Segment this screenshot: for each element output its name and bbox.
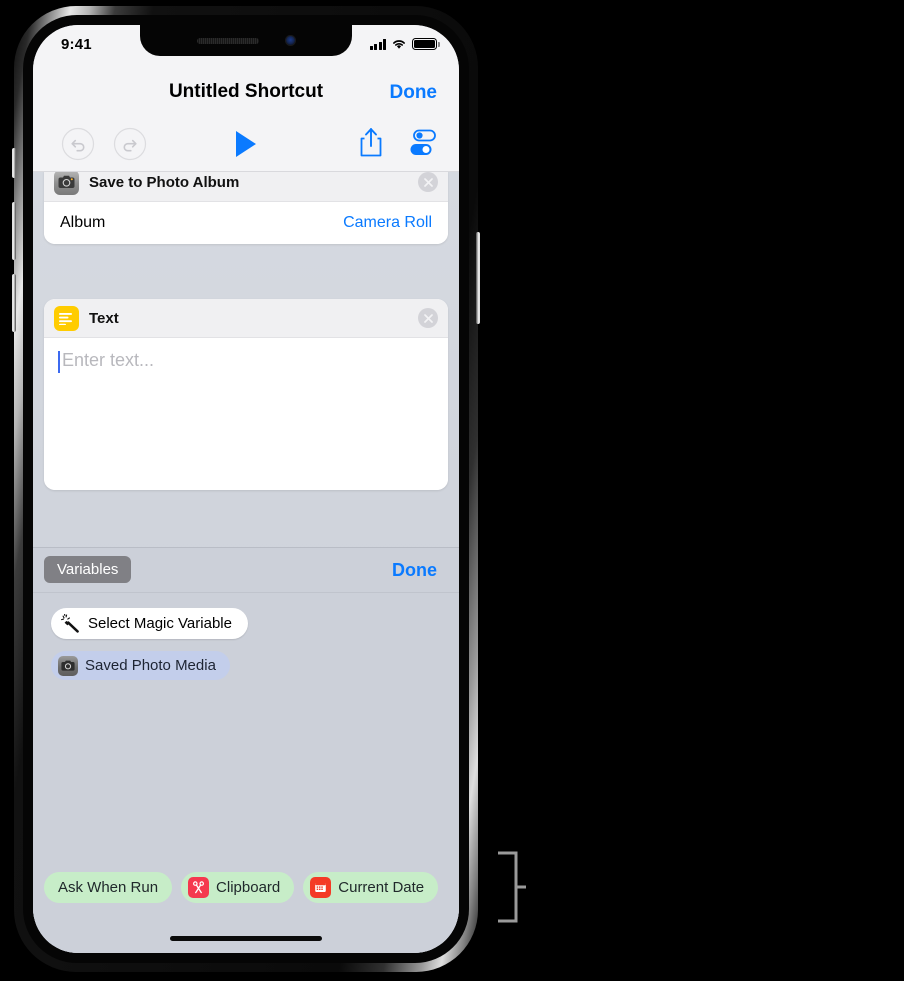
suggestion-pill-clipboard[interactable]: Clipboard	[181, 871, 295, 903]
select-magic-variable-button[interactable]: Select Magic Variable	[51, 608, 248, 639]
magic-variable-label: Select Magic Variable	[88, 615, 232, 632]
variable-label: Saved Photo Media	[85, 657, 216, 674]
suggestion-bar[interactable]: Ask When Run Clipboard Current Date	[33, 869, 459, 905]
status-time: 9:41	[61, 36, 92, 53]
suggestion-pill-ask-when-run[interactable]: Ask When Run	[44, 871, 173, 903]
text-lines-icon	[54, 305, 79, 331]
remove-action-button[interactable]	[418, 172, 438, 192]
home-indicator[interactable]	[170, 936, 322, 941]
action-card-save-to-photo-album[interactable]: Save to Photo Album Album Camera Roll	[44, 172, 448, 244]
action-title: Text	[89, 309, 119, 327]
variables-done-button[interactable]: Done	[392, 560, 437, 581]
editor-toolbar	[33, 119, 459, 172]
device-notch	[140, 25, 352, 56]
text-placeholder: Enter text...	[62, 350, 155, 370]
volume-down-button[interactable]	[12, 274, 16, 332]
play-button[interactable]	[233, 129, 259, 164]
power-button[interactable]	[476, 232, 480, 324]
settings-toggles-button[interactable]	[409, 129, 439, 162]
scissors-icon	[188, 876, 210, 898]
remove-action-button[interactable]	[418, 308, 438, 328]
redo-button[interactable]	[113, 127, 147, 166]
suggestion-label: Current Date	[338, 878, 425, 896]
suggestion-label: Clipboard	[216, 878, 281, 896]
silent-switch-button[interactable]	[12, 148, 16, 178]
action-card-header[interactable]: Text	[44, 299, 448, 338]
text-cursor	[58, 351, 60, 373]
camera-icon	[54, 172, 79, 195]
parameter-row-album[interactable]: Album Camera Roll	[44, 202, 448, 244]
front-camera-icon	[284, 35, 296, 46]
battery-icon	[412, 38, 440, 50]
phone-device-frame: 9:41 Untitled Shortcut Done Save to Phot…	[12, 6, 480, 972]
calendar-icon	[310, 876, 332, 898]
volume-up-button[interactable]	[12, 202, 16, 260]
share-button[interactable]	[358, 126, 384, 165]
suggestion-label: Ask When Run	[58, 878, 159, 896]
speaker-grille-icon	[196, 37, 259, 44]
magic-wand-icon	[61, 614, 79, 633]
variables-panel: Variables Done Select Magic Variable Sav…	[33, 547, 459, 953]
wifi-icon	[393, 40, 405, 49]
variable-pill-saved-photo-media[interactable]: Saved Photo Media	[51, 651, 230, 680]
parameter-value[interactable]: Camera Roll	[343, 214, 432, 232]
camera-icon	[58, 655, 78, 676]
undo-button[interactable]	[61, 127, 95, 166]
phone-screen: 9:41 Untitled Shortcut Done Save to Phot…	[33, 25, 459, 953]
navigation-bar: Untitled Shortcut Done	[33, 69, 459, 119]
parameter-label: Album	[60, 214, 106, 231]
status-indicators	[369, 38, 440, 50]
action-card-header[interactable]: Save to Photo Album	[44, 172, 448, 202]
action-title: Save to Photo Album	[89, 173, 240, 191]
text-input-area[interactable]: Enter text...	[44, 338, 448, 490]
done-button[interactable]: Done	[390, 82, 438, 104]
suggestion-pill-current-date[interactable]: Current Date	[303, 871, 439, 903]
signal-bars-icon	[369, 39, 386, 50]
action-card-text[interactable]: Text Enter text...	[44, 299, 448, 490]
shortcut-actions-list[interactable]: Save to Photo Album Album Camera Roll Te…	[33, 172, 459, 953]
callout-bracket	[498, 851, 526, 923]
tab-variables[interactable]: Variables	[44, 556, 132, 583]
variables-tab-bar: Variables Done	[33, 548, 459, 593]
